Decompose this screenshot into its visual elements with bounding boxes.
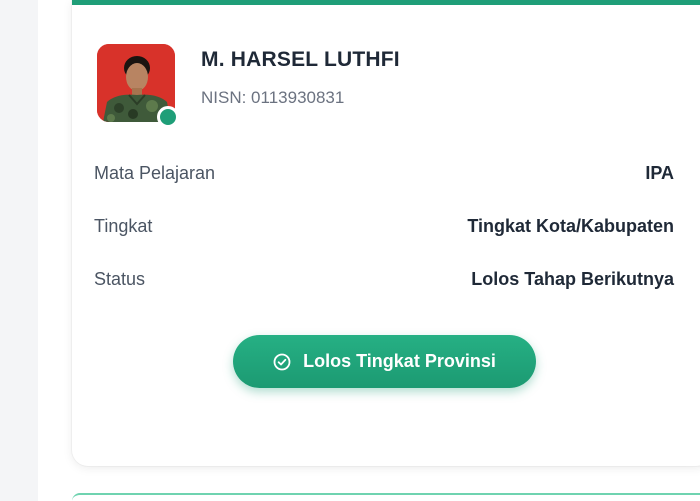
detail-row-status: Status Lolos Tahap Berikutnya bbox=[94, 266, 674, 292]
detail-row-subject: Mata Pelajaran IPA bbox=[94, 160, 674, 186]
detail-label: Mata Pelajaran bbox=[94, 162, 216, 183]
avatar bbox=[97, 44, 179, 128]
card-accent-bar bbox=[72, 0, 700, 5]
student-result-card: M. HARSEL LUTHFI NISN: 0113930831 Mata P… bbox=[72, 0, 700, 466]
detail-label: Tingkat bbox=[94, 215, 153, 236]
student-name: M. HARSEL LUTHFI bbox=[201, 48, 400, 71]
detail-label: Status bbox=[94, 268, 146, 289]
detail-value: Lolos Tahap Berikutnya bbox=[471, 268, 674, 289]
result-status-button[interactable]: Lolos Tingkat Provinsi bbox=[233, 335, 536, 388]
detail-value: IPA bbox=[645, 162, 674, 183]
check-circle-icon bbox=[273, 353, 291, 371]
detail-row-level: Tingkat Tingkat Kota/Kabupaten bbox=[94, 213, 674, 239]
detail-value: Tingkat Kota/Kabupaten bbox=[467, 215, 674, 236]
online-status-indicator bbox=[157, 106, 179, 128]
student-nisn: NISN: 0113930831 bbox=[201, 88, 345, 107]
next-card-edge bbox=[72, 493, 700, 501]
result-status-label: Lolos Tingkat Provinsi bbox=[303, 351, 496, 371]
